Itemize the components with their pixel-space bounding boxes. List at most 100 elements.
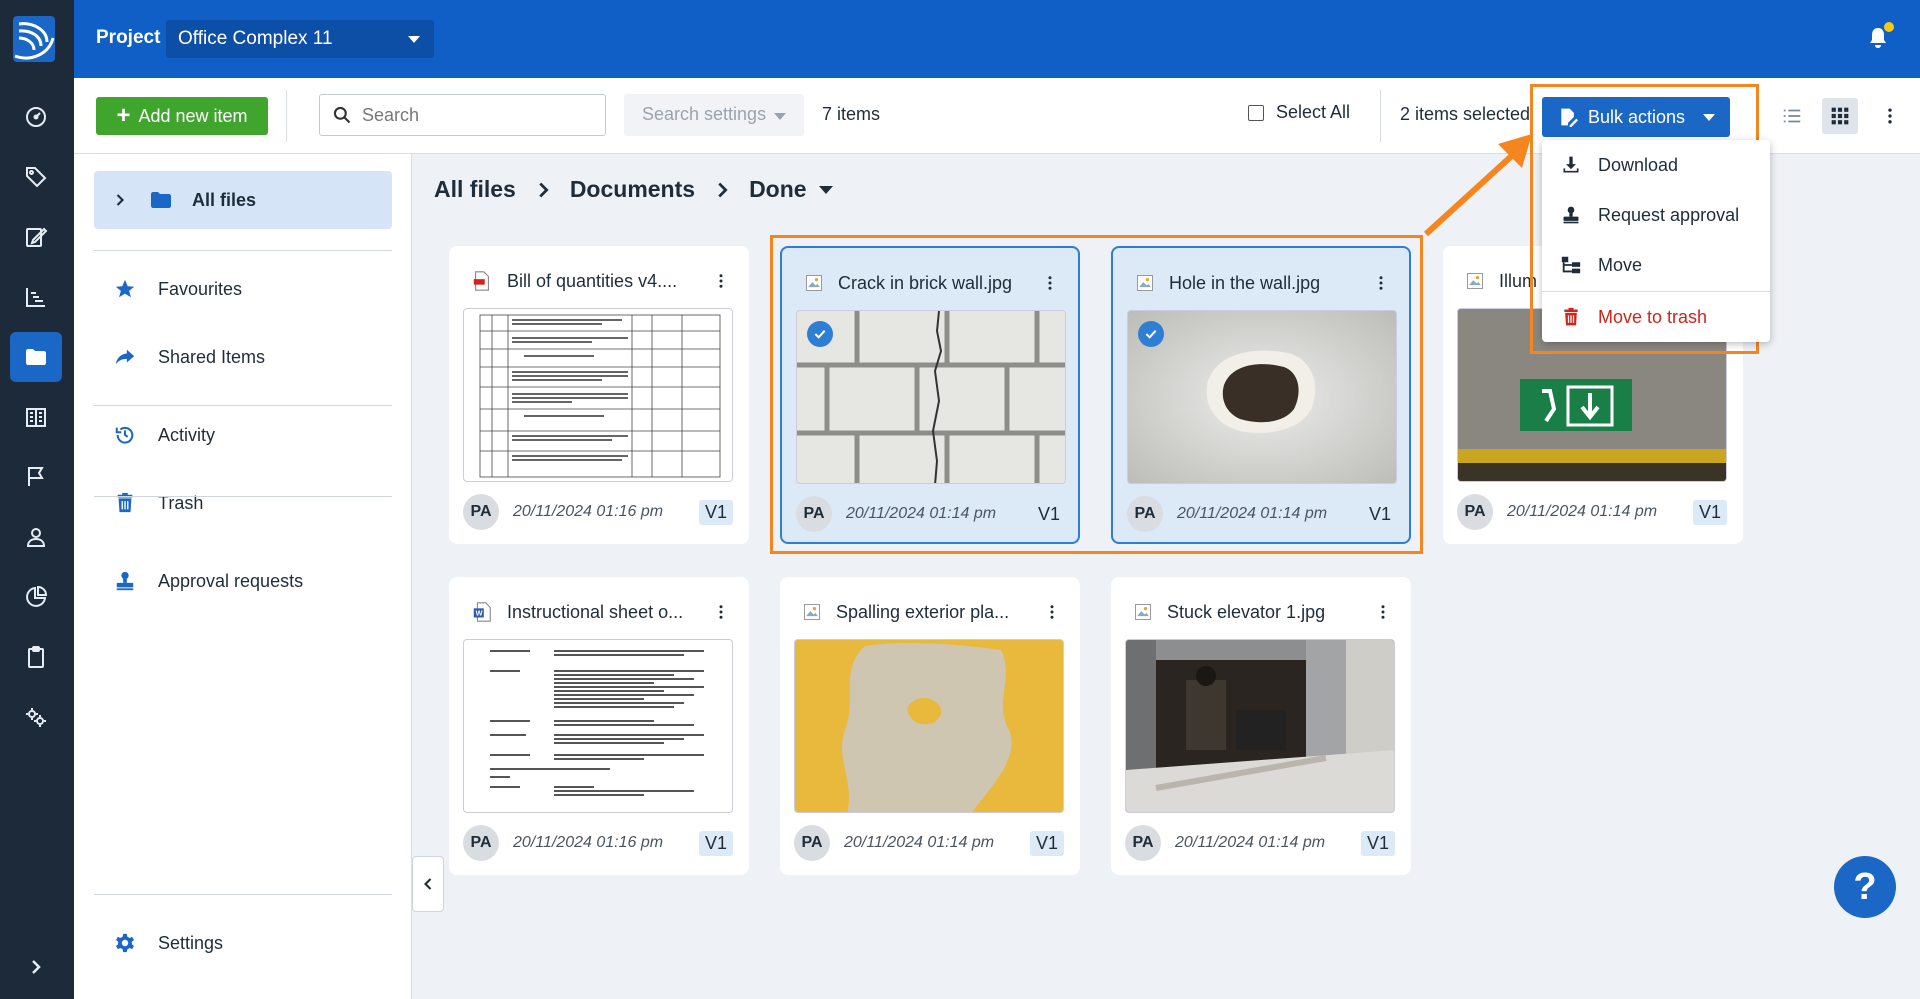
version-badge: V1 bbox=[1360, 830, 1395, 856]
menu-item-label: Request approval bbox=[1598, 204, 1740, 225]
project-select[interactable]: Office Complex 11 bbox=[166, 20, 434, 58]
add-new-item-label: Add new item bbox=[138, 105, 248, 126]
image-thumbnail[interactable] bbox=[794, 639, 1064, 813]
chevron-down-icon bbox=[408, 36, 420, 43]
user-icon[interactable] bbox=[10, 512, 62, 562]
avatar: PA bbox=[463, 825, 499, 861]
image-file-icon bbox=[1467, 273, 1483, 289]
avatar: PA bbox=[463, 494, 499, 530]
card-footer: PA 20/11/2024 01:14 pm V1 bbox=[794, 825, 1064, 861]
project-name: Office Complex 11 bbox=[178, 28, 333, 49]
file-date: 20/11/2024 01:14 pm bbox=[1175, 834, 1326, 851]
gear-icon bbox=[112, 930, 138, 956]
file-card[interactable]: Bill of quantities v4.... PA 20/11/2024 … bbox=[449, 246, 749, 544]
add-new-item-button[interactable]: + Add new item bbox=[96, 97, 268, 135]
settings-gears-icon[interactable] bbox=[10, 692, 62, 742]
sidebar-item-all-files[interactable]: All files bbox=[94, 171, 392, 229]
avatar: PA bbox=[794, 825, 830, 861]
collapse-sidebar-button[interactable] bbox=[412, 856, 444, 912]
download-icon bbox=[1560, 154, 1582, 176]
list-view-icon[interactable] bbox=[1776, 100, 1808, 132]
stamp-icon bbox=[1560, 204, 1582, 226]
top-bar: Project Office Complex 11 bbox=[74, 0, 1920, 78]
tag-icon[interactable] bbox=[10, 152, 62, 202]
word-file-icon: W bbox=[473, 602, 491, 622]
divider bbox=[94, 894, 392, 895]
search-settings-label: Search settings bbox=[642, 104, 767, 124]
menu-item-move-to-trash[interactable]: Move to trash bbox=[1542, 292, 1770, 342]
file-card[interactable]: Stuck elevator 1.jpg PA 20/11/2024 01:14… bbox=[1111, 577, 1411, 875]
file-name: Instructional sheet o... bbox=[507, 601, 684, 622]
gantt-icon[interactable] bbox=[10, 272, 62, 322]
search-input[interactable] bbox=[362, 104, 582, 126]
building-icon[interactable] bbox=[10, 392, 62, 442]
expand-rail-icon[interactable] bbox=[10, 942, 62, 992]
chevron-right-icon bbox=[539, 182, 549, 197]
sidebar-item-trash[interactable]: Trash bbox=[94, 474, 392, 532]
nav-rail bbox=[0, 0, 74, 999]
search-settings-dropdown[interactable]: Search settings bbox=[624, 94, 804, 136]
file-card[interactable]: W Instructional sheet o... PA 20/11/2024… bbox=[449, 577, 749, 875]
card-footer: PA 20/11/2024 01:14 pm V1 bbox=[1457, 494, 1727, 530]
plus-icon: + bbox=[116, 102, 131, 129]
file-date: 20/11/2024 01:14 pm bbox=[844, 834, 995, 851]
files-icon[interactable] bbox=[10, 332, 62, 382]
more-options-icon[interactable] bbox=[1874, 100, 1906, 132]
folder-icon bbox=[148, 187, 174, 213]
clipboard-icon[interactable] bbox=[10, 632, 62, 682]
card-header: Spalling exterior pla... bbox=[802, 599, 1062, 625]
chevron-right-icon bbox=[718, 182, 728, 197]
file-date: 20/11/2024 01:16 pm bbox=[513, 503, 664, 520]
sidebar-item-favourites[interactable]: Favourites bbox=[94, 260, 392, 318]
image-file-icon bbox=[804, 604, 820, 620]
more-options-icon[interactable] bbox=[711, 599, 731, 625]
document-thumbnail[interactable] bbox=[463, 308, 733, 482]
sidebar-item-activity[interactable]: Activity bbox=[94, 406, 392, 464]
avatar: PA bbox=[1125, 825, 1161, 861]
breadcrumb-item[interactable]: All files bbox=[434, 176, 516, 203]
select-all-checkbox[interactable]: Select All bbox=[1248, 102, 1350, 123]
selection-highlight bbox=[770, 235, 1423, 554]
bulk-actions-menu: Download Request approval Move Move to t… bbox=[1542, 140, 1770, 342]
divider bbox=[1380, 90, 1381, 142]
version-badge: V1 bbox=[698, 830, 733, 856]
trash-icon bbox=[112, 490, 138, 516]
sidebar: All files Favourites Shared Items Activi… bbox=[74, 154, 412, 999]
version-badge: V1 bbox=[1692, 499, 1727, 525]
app-logo[interactable] bbox=[13, 16, 55, 62]
avatar: PA bbox=[1457, 494, 1493, 530]
sidebar-item-label: Favourites bbox=[158, 278, 243, 299]
sidebar-item-label: Activity bbox=[158, 424, 216, 445]
sidebar-item-label: Approval requests bbox=[158, 570, 304, 591]
menu-item-move[interactable]: Move bbox=[1542, 240, 1770, 290]
sidebar-item-approval-requests[interactable]: Approval requests bbox=[94, 552, 392, 610]
flag-icon[interactable] bbox=[10, 452, 62, 502]
image-thumbnail[interactable] bbox=[1125, 639, 1395, 813]
more-options-icon[interactable] bbox=[1042, 599, 1062, 625]
select-all-label: Select All bbox=[1276, 102, 1351, 122]
menu-item-label: Download bbox=[1598, 154, 1679, 175]
checkbox[interactable] bbox=[1248, 104, 1264, 121]
menu-item-request-approval[interactable]: Request approval bbox=[1542, 190, 1770, 240]
more-options-icon[interactable] bbox=[711, 268, 731, 294]
breadcrumb-item[interactable]: Documents bbox=[570, 176, 695, 203]
breadcrumb-item[interactable]: Done bbox=[749, 176, 807, 203]
sidebar-item-settings[interactable]: Settings bbox=[94, 914, 392, 972]
grid-view-icon[interactable] bbox=[1822, 98, 1858, 134]
document-thumbnail[interactable] bbox=[463, 639, 733, 813]
search-box[interactable] bbox=[319, 94, 606, 136]
form-edit-icon[interactable] bbox=[10, 212, 62, 262]
menu-item-label: Move bbox=[1598, 254, 1643, 275]
notification-dot bbox=[1884, 22, 1894, 32]
help-button[interactable]: ? bbox=[1834, 856, 1896, 918]
chevron-down-icon[interactable] bbox=[818, 185, 833, 194]
file-card[interactable]: Spalling exterior pla... PA 20/11/2024 0… bbox=[780, 577, 1080, 875]
more-options-icon[interactable] bbox=[1373, 599, 1393, 625]
dashboard-icon[interactable] bbox=[10, 92, 62, 142]
pdf-file-icon bbox=[473, 271, 489, 291]
move-icon bbox=[1560, 254, 1582, 276]
sidebar-item-shared-items[interactable]: Shared Items bbox=[94, 328, 392, 386]
items-selected-count: 2 items selected bbox=[1400, 104, 1531, 124]
menu-item-download[interactable]: Download bbox=[1542, 140, 1770, 190]
pie-chart-icon[interactable] bbox=[10, 572, 62, 622]
